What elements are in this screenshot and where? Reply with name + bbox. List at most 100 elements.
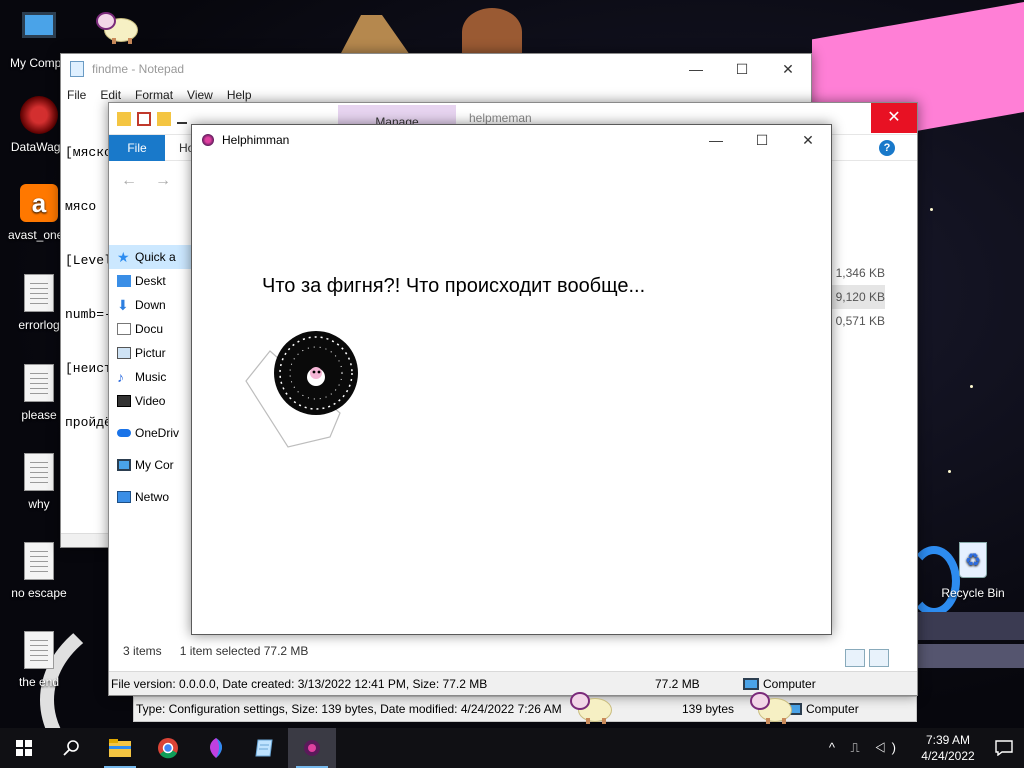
nav-item-documents[interactable]: Docu: [109, 317, 199, 341]
nav-item-music[interactable]: ♪ Music: [109, 365, 199, 389]
clock[interactable]: 7:39 AM 4/24/2022: [912, 732, 984, 764]
selection-info: 1 item selected 77.2 MB: [179, 644, 309, 658]
desktop-icon-recycle-bin[interactable]: ♻ Recycle Bin: [934, 542, 1012, 600]
clock-date: 4/24/2022: [921, 749, 975, 763]
notepad-titlebar[interactable]: findme - Notepad — ☐ ✕: [61, 54, 811, 84]
location-label: Computer: [763, 676, 816, 691]
desktop-icon-no-escape[interactable]: no escape: [0, 542, 78, 600]
taskbar: ^ ⎍ ◁) 7:39 AM 4/24/2022: [0, 728, 1024, 768]
chevron-down-icon[interactable]: [177, 114, 187, 124]
notification-icon: [995, 740, 1013, 756]
monitor-icon: [22, 12, 56, 38]
close-button[interactable]: ✕: [785, 125, 831, 155]
nav-item-label: My Cor: [135, 458, 174, 472]
star: [948, 470, 951, 473]
star: [930, 208, 933, 211]
notepad-icon: [255, 739, 273, 757]
taskbar-chrome[interactable]: [144, 728, 192, 768]
location-label: Computer: [806, 702, 859, 716]
text-file-icon: [24, 364, 54, 402]
desktop-icon-label: please: [21, 408, 57, 422]
desktop-folder-icon: [117, 275, 131, 287]
taskbar-file-explorer[interactable]: [96, 728, 144, 768]
text-file-icon: [24, 274, 54, 312]
nav-item-label: Video: [135, 394, 166, 408]
nav-item-my-computer[interactable]: My Cor: [109, 453, 199, 477]
avast-icon: a: [20, 184, 58, 222]
monitor-icon: [117, 459, 131, 471]
help-icon[interactable]: ?: [879, 140, 895, 156]
quick-access-toolbar: [117, 111, 187, 126]
video-icon: [117, 395, 131, 407]
nav-item-videos[interactable]: Video: [109, 389, 199, 413]
file-size-cell: 9,120 KB: [825, 285, 885, 309]
file-details: File version: 0.0.0.0, Date created: 3/1…: [111, 676, 488, 691]
nav-item-label: Pictur: [135, 346, 166, 360]
star-icon: ★: [117, 249, 130, 265]
notepad-icon: [70, 61, 84, 77]
nav-item-label: Netwo: [135, 490, 170, 504]
notepad-title: findme - Notepad: [92, 62, 185, 76]
menu-help[interactable]: Help: [227, 88, 252, 102]
file-size-cell: 1,346 KB: [835, 266, 885, 280]
star: [970, 385, 973, 388]
tab-file[interactable]: File: [109, 134, 165, 161]
download-icon: ⬇: [117, 297, 129, 313]
desktop-icon-label: DataWago: [10, 140, 68, 154]
desktop-icon-label: why: [28, 497, 50, 511]
chrome-icon: [158, 738, 178, 759]
properties-icon[interactable]: [137, 111, 151, 126]
sheep-mascot[interactable]: [750, 690, 794, 724]
network-icon: [117, 491, 131, 503]
helphimman-titlebar[interactable]: Helphimman — ☐ ✕: [192, 125, 831, 155]
taskbar-paint3d[interactable]: [192, 728, 240, 768]
text-file-icon: [24, 453, 54, 491]
forward-arrow-icon[interactable]: →: [155, 172, 171, 190]
maximize-button[interactable]: ☐: [739, 125, 785, 155]
folder-icon[interactable]: [117, 111, 131, 126]
menu-file[interactable]: File: [67, 88, 86, 102]
tray-icons[interactable]: ^ ⎍ ◁): [829, 740, 902, 756]
taskbar-helphimman[interactable]: [288, 728, 336, 768]
nav-item-onedrive[interactable]: OneDriv: [109, 421, 199, 445]
menu-view[interactable]: View: [187, 88, 213, 102]
file-size-cell: 0,571 KB: [835, 314, 885, 328]
start-button[interactable]: [0, 728, 48, 768]
tan-shape: [340, 15, 410, 55]
back-arrow-icon[interactable]: ←: [121, 172, 137, 190]
helphimman-window[interactable]: Helphimman — ☐ ✕ Что за фигня?! Что прои…: [191, 124, 832, 635]
new-folder-icon[interactable]: [157, 111, 171, 126]
explorer-details-bar: File version: 0.0.0.0, Date created: 3/1…: [109, 671, 917, 695]
brown-shape: [462, 8, 522, 56]
file-explorer-icon: [109, 739, 131, 757]
size-column: 1,346 KB 9,120 KB 0,571 KB: [825, 261, 885, 333]
notifications-button[interactable]: [984, 728, 1024, 768]
nav-item-label: Quick a: [135, 250, 176, 264]
text-file-icon: [24, 542, 54, 580]
system-tray: ^ ⎍ ◁) 7:39 AM 4/24/2022: [829, 728, 1024, 768]
desktop-icon-the-end[interactable]: the end: [0, 631, 78, 689]
minimize-button[interactable]: —: [673, 54, 719, 84]
location: Computer: [786, 702, 859, 716]
desktop-icon-label: errorlog: [18, 318, 60, 332]
menu-edit[interactable]: Edit: [100, 88, 121, 102]
nav-item-desktop[interactable]: Deskt: [109, 269, 199, 293]
item-count: 3 items: [123, 644, 162, 658]
pictures-icon: [117, 347, 131, 359]
file-size: 77.2 MB: [655, 676, 700, 691]
sheep-mascot[interactable]: [96, 10, 140, 44]
menu-format[interactable]: Format: [135, 88, 173, 102]
nav-item-quick-access[interactable]: ★ Quick a: [109, 245, 199, 269]
nav-item-network[interactable]: Netwo: [109, 485, 199, 509]
taskbar-notepad[interactable]: [240, 728, 288, 768]
minimize-button[interactable]: —: [693, 125, 739, 155]
close-button[interactable]: ✕: [871, 103, 917, 133]
start-icon: [16, 740, 32, 756]
sheep-mascot[interactable]: [570, 690, 614, 724]
nav-item-downloads[interactable]: ⬇ Down: [109, 293, 199, 317]
maximize-button[interactable]: ☐: [719, 54, 765, 84]
stripe: [918, 644, 1024, 668]
nav-item-pictures[interactable]: Pictur: [109, 341, 199, 365]
close-button[interactable]: ✕: [765, 54, 811, 84]
search-button[interactable]: [48, 728, 96, 768]
